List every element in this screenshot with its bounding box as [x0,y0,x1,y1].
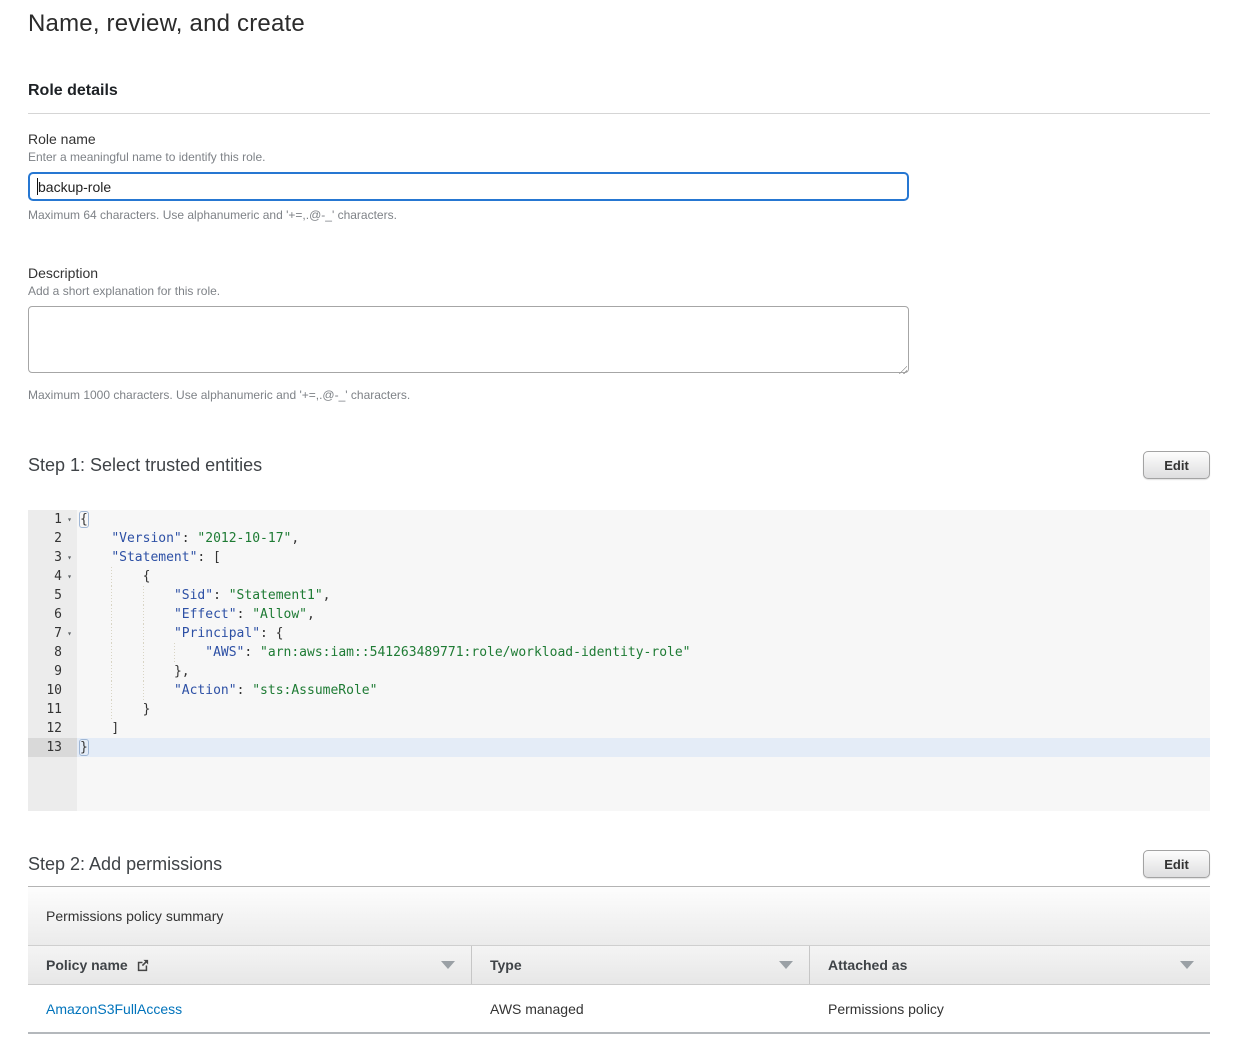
line-number-gutter: 6 [28,605,77,624]
policy-table-body: AmazonS3FullAccess AWS managedPermissions… [28,985,1210,1034]
role-name-constraint: Maximum 64 characters. Use alphanumeric … [28,208,1210,222]
sort-icon[interactable] [779,961,793,969]
section-divider [28,113,1210,114]
code-line-5[interactable]: 5 "Sid": "Statement1", [28,586,1210,605]
line-number-gutter: 11 [28,700,77,719]
column-label: Policy name [46,957,128,973]
line-number-gutter: 5 [28,586,77,605]
code-line-1[interactable]: 1▾{ [28,510,1210,529]
permissions-summary-panel: Permissions policy summary Policy name Ty… [28,886,1210,1034]
fold-spacer [62,719,77,738]
fold-spacer [62,700,77,719]
column-header-attached-as[interactable]: Attached as [810,946,1210,984]
step1-edit-button[interactable]: Edit [1143,451,1210,479]
external-link-icon [135,958,150,973]
code-line-6[interactable]: 6 "Effect": "Allow", [28,605,1210,624]
code-line-8[interactable]: 8 "AWS": "arn:aws:iam::541263489771:role… [28,643,1210,662]
fold-spacer [62,738,77,757]
trust-policy-editor[interactable]: 1▾{2 "Version": "2012-10-17",3▾ "Stateme… [28,510,1210,811]
code-line-9[interactable]: 9 }, [28,662,1210,681]
fold-spacer [62,586,77,605]
step2-heading: Step 2: Add permissions [28,854,222,875]
column-header-policy-name[interactable]: Policy name [28,946,472,984]
line-number-gutter: 4▾ [28,567,77,586]
policy-table-header: Policy name Type Attached as [28,945,1210,985]
fold-arrow-icon[interactable]: ▾ [62,624,77,643]
role-name-label: Role name [28,131,1210,147]
fold-arrow-icon[interactable]: ▾ [62,567,77,586]
step2-edit-button[interactable]: Edit [1143,850,1210,878]
description-label: Description [28,265,1210,281]
fold-spacer [62,529,77,548]
line-number-gutter: 13 [28,738,77,757]
fold-arrow-icon[interactable]: ▾ [62,548,77,567]
line-number-gutter: 2 [28,529,77,548]
code-line-2[interactable]: 2 "Version": "2012-10-17", [28,529,1210,548]
role-name-help: Enter a meaningful name to identify this… [28,150,1210,164]
fold-spacer [62,605,77,624]
role-name-input[interactable] [28,172,909,201]
line-number-gutter: 1▾ [28,510,77,529]
sort-icon[interactable] [1180,961,1194,969]
text-cursor [37,178,38,195]
fold-spacer [62,662,77,681]
fold-spacer [62,681,77,700]
sort-icon[interactable] [441,961,455,969]
step1-heading: Step 1: Select trusted entities [28,455,262,476]
fold-spacer [62,643,77,662]
column-label: Type [490,957,522,973]
name-review-create-page: Name, review, and create Role details Ro… [0,0,1242,1037]
role-details-heading: Role details [28,82,1210,100]
code-line-13[interactable]: 13} [28,738,1210,757]
code-line-12[interactable]: 12 ] [28,719,1210,738]
description-help: Add a short explanation for this role. [28,284,1210,298]
line-number-gutter: 9 [28,662,77,681]
description-textarea[interactable] [28,306,909,373]
page-title: Name, review, and create [28,10,1210,38]
policy-attached-as-cell: Permissions policy [810,985,1210,1032]
code-line-4[interactable]: 4▾ { [28,567,1210,586]
fold-arrow-icon[interactable]: ▾ [62,510,77,529]
code-line-3[interactable]: 3▾ "Statement": [ [28,548,1210,567]
code-line-10[interactable]: 10 "Action": "sts:AssumeRole" [28,681,1210,700]
column-header-type[interactable]: Type [472,946,810,984]
code-line-11[interactable]: 11 } [28,700,1210,719]
code-line-7[interactable]: 7▾ "Principal": { [28,624,1210,643]
policy-table-row: AmazonS3FullAccess AWS managedPermissions… [28,985,1210,1034]
permissions-summary-title: Permissions policy summary [28,886,1210,945]
policy-type-cell: AWS managed [472,985,810,1032]
line-number-gutter: 3▾ [28,548,77,567]
column-label: Attached as [828,957,907,973]
line-number-gutter: 12 [28,719,77,738]
line-number-gutter: 8 [28,643,77,662]
description-constraint: Maximum 1000 characters. Use alphanumeri… [28,388,1210,402]
policy-name-link[interactable]: AmazonS3FullAccess [46,1001,182,1017]
line-number-gutter: 10 [28,681,77,700]
line-number-gutter: 7▾ [28,624,77,643]
